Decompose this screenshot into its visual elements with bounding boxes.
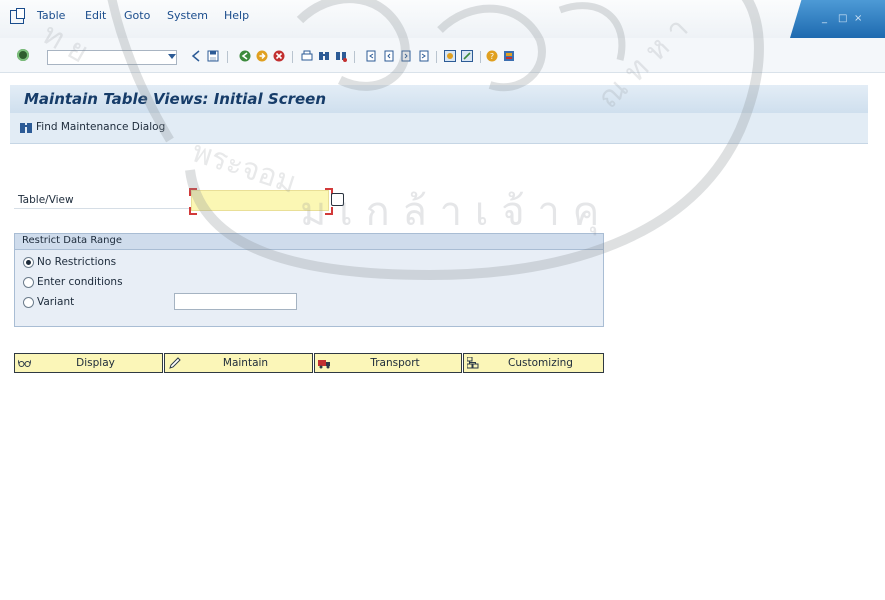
exit-icon[interactable]	[256, 50, 268, 62]
command-field[interactable]	[47, 50, 177, 65]
display-button[interactable]: Display	[14, 353, 163, 373]
toolbar-separator	[354, 51, 355, 63]
menu-goto[interactable]: Goto	[124, 9, 150, 22]
find-maintenance-dialog-icon[interactable]	[20, 122, 32, 133]
shortcut-icon[interactable]	[461, 50, 473, 62]
find-icon[interactable]	[318, 50, 330, 62]
first-page-icon[interactable]	[366, 50, 378, 62]
find-next-icon[interactable]	[335, 50, 347, 62]
customize-icon[interactable]	[503, 50, 515, 62]
radio-label: Variant	[37, 296, 75, 308]
radio-label: No Restrictions	[37, 256, 117, 268]
page-title: Maintain Table Views: Initial Screen	[24, 90, 327, 108]
toolbar-separator	[480, 51, 481, 63]
radio-button[interactable]	[23, 296, 34, 308]
enter-icon[interactable]	[17, 49, 29, 61]
menu-table[interactable]: Table	[37, 9, 65, 22]
last-page-icon[interactable]	[417, 50, 429, 62]
transport-label: Transport	[370, 357, 420, 369]
command-dropdown-icon[interactable]	[168, 54, 176, 59]
standard-toolbar: ?	[0, 38, 885, 73]
svg-text:?: ?	[490, 52, 494, 61]
create-session-icon[interactable]	[444, 50, 456, 62]
cancel-icon[interactable]	[273, 50, 285, 62]
maximize-button[interactable]: □	[838, 13, 847, 24]
radio-button[interactable]	[23, 256, 34, 268]
menu-window-icon[interactable]	[10, 8, 25, 24]
table-view-label-line	[14, 208, 189, 209]
radio-no-restrictions[interactable]: No Restrictions	[23, 254, 116, 270]
menu-system[interactable]: System	[167, 9, 208, 22]
minimize-button[interactable]: _	[822, 13, 827, 24]
back-icon[interactable]	[190, 50, 202, 62]
next-page-icon[interactable]	[400, 50, 412, 62]
required-marker	[325, 207, 333, 215]
required-marker	[189, 188, 197, 196]
value-help-icon[interactable]	[331, 193, 344, 206]
table-view-label: Table/View	[18, 194, 74, 206]
menu-help[interactable]: Help	[224, 9, 249, 22]
customizing-button[interactable]: Customizing	[463, 353, 604, 373]
toolbar-separator	[436, 51, 437, 63]
radio-enter-conditions[interactable]: Enter conditions	[23, 274, 123, 290]
maintain-label: Maintain	[222, 357, 269, 369]
radio-label: Enter conditions	[37, 276, 123, 288]
display-label: Display	[76, 357, 115, 369]
print-icon[interactable]	[301, 50, 313, 62]
toolbar-separator	[227, 51, 228, 63]
restrict-data-range-group: Restrict Data Range No Restrictions Ente…	[14, 233, 604, 327]
help-icon[interactable]: ?	[486, 50, 498, 62]
toolbar-separator	[292, 51, 293, 63]
group-header: Restrict Data Range	[15, 234, 603, 250]
radio-variant[interactable]: Variant	[23, 294, 74, 310]
group-title: Restrict Data Range	[22, 235, 123, 246]
required-marker	[189, 207, 197, 215]
find-maintenance-dialog-button[interactable]: Find Maintenance Dialog	[36, 121, 165, 133]
menu-bar: Table Edit Goto System Help _ □ ×	[0, 0, 885, 38]
variant-input[interactable]	[174, 293, 297, 310]
close-button[interactable]: ×	[854, 13, 862, 24]
transport-button[interactable]: Transport	[314, 353, 462, 373]
back-green-icon[interactable]	[239, 50, 251, 62]
maintain-button[interactable]: Maintain	[164, 353, 313, 373]
previous-page-icon[interactable]	[383, 50, 395, 62]
table-view-input[interactable]	[191, 190, 329, 211]
menu-edit[interactable]: Edit	[85, 9, 106, 22]
save-icon[interactable]	[207, 50, 219, 62]
radio-button[interactable]	[23, 276, 34, 288]
customizing-label: Customizing	[508, 357, 573, 369]
application-toolbar: Find Maintenance Dialog	[10, 113, 868, 144]
window-controls: _ □ ×	[790, 0, 885, 38]
title-bar: Maintain Table Views: Initial Screen	[10, 85, 868, 113]
